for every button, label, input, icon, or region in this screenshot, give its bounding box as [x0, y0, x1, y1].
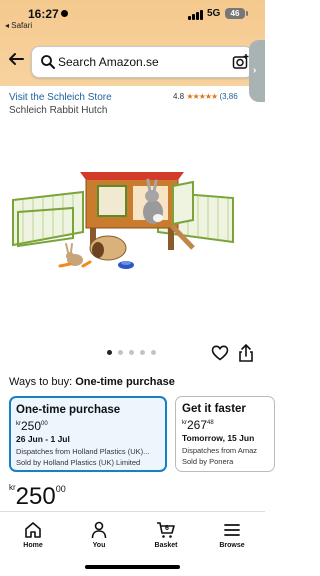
- home-icon: [25, 522, 41, 538]
- header-bar: 16:27 ◂ Safari 5G 46 Search Amazon.se ›: [0, 0, 265, 102]
- store-link[interactable]: Visit the Schleich Store: [9, 92, 112, 103]
- battery-icon: 46: [225, 8, 245, 19]
- side-tab-chevron-icon: ›: [253, 65, 257, 76]
- rating-stars-icon: ★★★★★: [186, 92, 218, 101]
- carousel-dot[interactable]: [129, 350, 134, 355]
- rating-summary[interactable]: 4.8 ★★★★★ (3,86: [173, 92, 238, 101]
- ways-to-buy: Ways to buy: One-time purchase: [9, 376, 175, 388]
- offer-seller: Sold by Ponera: [182, 457, 234, 466]
- carousel-dot[interactable]: [140, 350, 145, 355]
- side-panel-tab[interactable]: ›: [249, 40, 265, 102]
- tab-label: You: [92, 542, 106, 549]
- status-time: 16:27: [28, 7, 68, 21]
- offer-title: Get it faster: [182, 403, 246, 415]
- tab-label: Home: [23, 542, 43, 549]
- tab-label: Browse: [219, 542, 245, 549]
- offer-delivery-date: 26 Jun - 1 Jul: [16, 434, 70, 444]
- status-bar: 16:27 ◂ Safari 5G 46: [0, 0, 265, 30]
- tab-you[interactable]: You: [69, 512, 129, 562]
- share-icon[interactable]: [238, 343, 254, 363]
- menu-icon: [224, 524, 240, 536]
- offer-dispatch: Dispatches from Amaz: [182, 446, 258, 455]
- offer-card-faster[interactable]: Get it faster kr26748 Tomorrow, 15 Jun D…: [175, 396, 275, 472]
- main-price: kr25000: [9, 483, 66, 510]
- home-indicator: [85, 565, 180, 569]
- cart-icon: 6: [157, 522, 175, 538]
- offer-delivery-date: Tomorrow, 15 Jun: [182, 433, 255, 443]
- offer-dispatch: Dispatches from Holland Plastics (UK)...: [16, 447, 150, 456]
- search-icon: [41, 55, 55, 69]
- person-status-icon: [60, 10, 68, 17]
- battery-cap: [246, 11, 248, 16]
- person-icon: [91, 521, 107, 539]
- ways-to-buy-label: Ways to buy:: [9, 376, 73, 388]
- cart-badge: 6: [165, 525, 169, 532]
- search-input[interactable]: Search Amazon.se: [58, 55, 159, 69]
- heart-icon[interactable]: [211, 344, 229, 362]
- offer-seller: Sold by Holland Plastics (UK) Limited: [16, 458, 141, 467]
- carousel-dot[interactable]: [151, 350, 156, 355]
- tab-browse[interactable]: Browse: [202, 512, 262, 562]
- offer-price: kr26748: [182, 418, 214, 432]
- tab-label: Basket: [154, 542, 178, 549]
- search-bar[interactable]: Search Amazon.se: [31, 46, 253, 78]
- tab-basket[interactable]: 6 Basket: [136, 512, 196, 562]
- offer-title: One-time purchase: [16, 404, 121, 416]
- camera-search-icon[interactable]: [232, 53, 250, 71]
- signal-icon: [188, 10, 204, 20]
- carousel-dot[interactable]: [118, 350, 123, 355]
- offer-card-one-time[interactable]: One-time purchase kr25000 26 Jun - 1 Jul…: [9, 396, 167, 472]
- network-label: 5G: [207, 8, 221, 19]
- product-title: Schleich Rabbit Hutch: [9, 105, 108, 116]
- product-image[interactable]: [8, 120, 248, 290]
- tab-home[interactable]: Home: [3, 512, 63, 562]
- ways-to-buy-value: One-time purchase: [75, 376, 175, 388]
- back-to-safari-link[interactable]: ◂ Safari: [5, 21, 32, 30]
- image-carousel-dots[interactable]: [107, 350, 167, 358]
- offer-price: kr25000: [16, 419, 48, 433]
- rating-count: (3,86: [219, 92, 238, 101]
- rating-value: 4.8: [173, 92, 185, 101]
- carousel-dot[interactable]: [107, 350, 112, 355]
- back-arrow-icon[interactable]: [7, 50, 25, 68]
